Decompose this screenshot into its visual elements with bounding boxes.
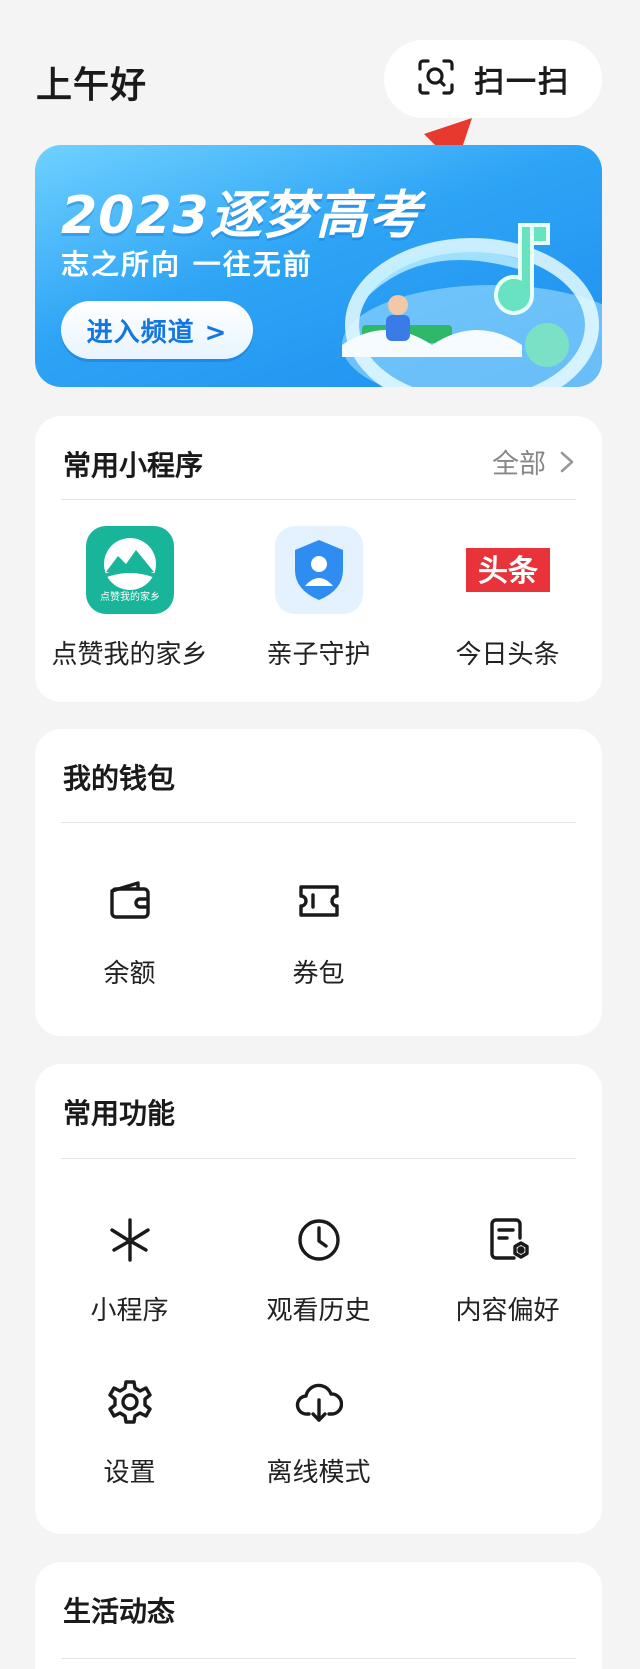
feature-settings[interactable]: 设置 [35,1378,224,1489]
card-divider [61,499,576,500]
features-title: 常用功能 [63,1097,176,1130]
gear-icon [106,1378,154,1430]
scan-label: 扫一扫 [474,65,570,100]
features-card: 常用功能 小程序 观看历史 内容偏好 设置 离线模式 [35,1064,602,1534]
chevron-right-icon [560,451,574,472]
toutiao-icon-text: 头条 [478,554,538,589]
card-divider [61,822,576,823]
enter-channel-button[interactable]: 进入频道 > [61,301,253,359]
banner-title: 2023逐梦高考 [61,186,422,246]
clock-icon [295,1216,343,1268]
header: 上午好 扫一扫 [0,0,640,140]
cloud-download-icon [295,1378,343,1430]
scan-icon [416,57,456,101]
feature-label: 离线模式 [266,1458,371,1488]
feature-content-preference[interactable]: 内容偏好 [413,1216,602,1327]
life-updates-card: 生活动态 [35,1562,602,1669]
view-all-label: 全部 [492,449,546,480]
mini-program-toutiao[interactable]: 头条 今日头条 [413,526,602,671]
promo-banner[interactable]: 2023逐梦高考 志之所向 一往无前 进入频道 > [35,145,602,387]
mini-program-icon [106,1216,154,1268]
feature-label: 内容偏好 [455,1296,560,1326]
wallet-card: 我的钱包 余额 券包 [35,729,602,1036]
hometown-app-icon: 点赞我的家乡 [85,526,174,614]
banner-subtitle: 志之所向 一往无前 [61,248,313,281]
feature-label: 设置 [103,1458,156,1488]
card-divider [61,1158,576,1159]
mini-program-label: 亲子守护 [266,640,371,670]
mini-program-hometown[interactable]: 点赞我的家乡 点赞我的家乡 [35,526,224,671]
mini-programs-title: 常用小程序 [63,449,204,482]
parent-guard-app-icon [274,526,363,614]
wallet-coupons[interactable]: 券包 [224,877,413,990]
mini-programs-card: 常用小程序 全部 点赞我的家乡 点赞我的家乡 亲子守护 头条 今日头条 [35,416,602,702]
feature-watch-history[interactable]: 观看历史 [224,1216,413,1327]
feature-mini-program[interactable]: 小程序 [35,1216,224,1327]
feature-label: 观看历史 [266,1296,371,1326]
content-preference-icon [484,1216,532,1268]
mini-program-label: 点赞我的家乡 [51,640,208,670]
view-all-link[interactable]: 全部 [492,442,576,481]
toutiao-app-icon: 头条 [463,526,552,614]
wallet-balance-label: 余额 [103,959,156,989]
life-updates-title: 生活动态 [63,1595,176,1628]
wallet-title: 我的钱包 [63,762,176,795]
coupon-icon [295,877,343,929]
greeting-text: 上午好 [36,65,148,106]
wallet-coupons-label: 券包 [292,959,345,989]
wallet-icon [106,877,154,929]
mini-program-parent-guard[interactable]: 亲子守护 [224,526,413,671]
feature-label: 小程序 [90,1296,169,1326]
feature-offline-mode[interactable]: 离线模式 [224,1378,413,1489]
hometown-icon-text: 点赞我的家乡 [100,590,160,603]
card-divider [61,1658,576,1659]
scan-button[interactable]: 扫一扫 [384,40,602,118]
mini-program-label: 今日头条 [455,640,560,670]
wallet-balance[interactable]: 余额 [35,877,224,990]
